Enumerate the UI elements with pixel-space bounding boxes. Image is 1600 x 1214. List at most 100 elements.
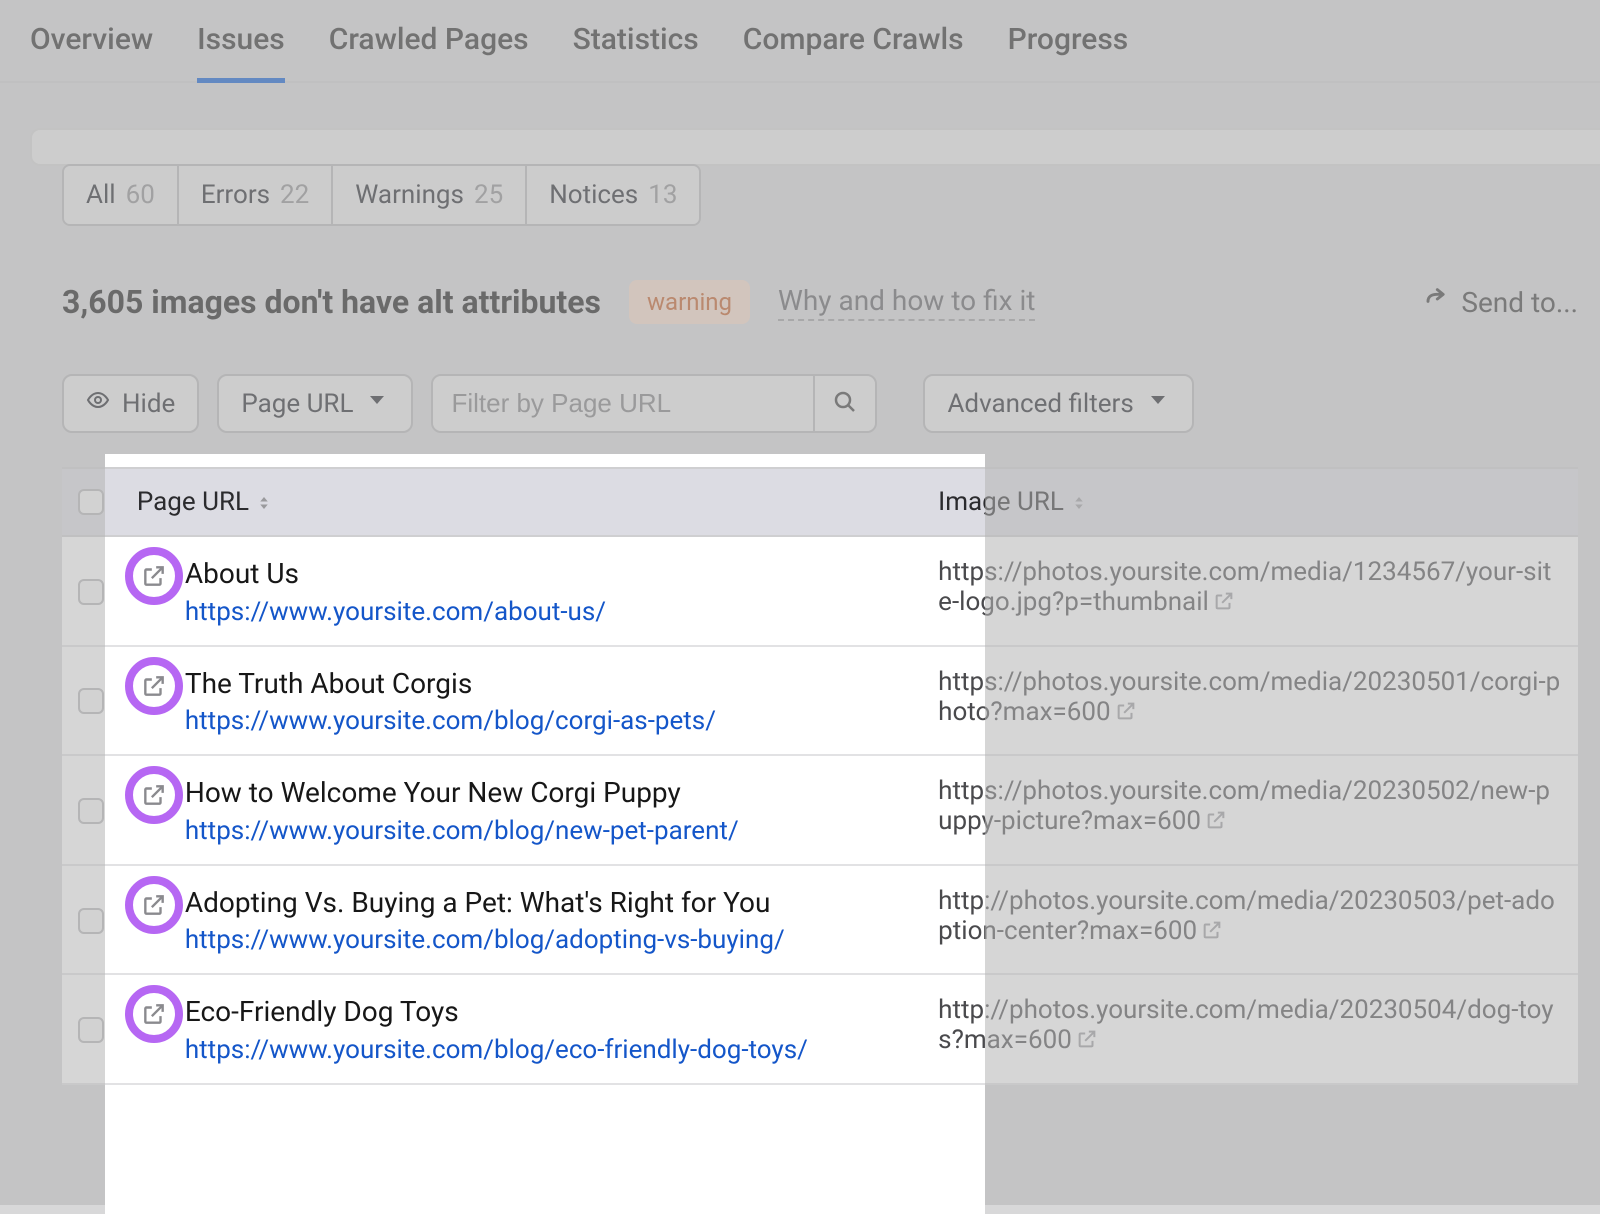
open-image-external[interactable] xyxy=(1201,806,1227,836)
pill-errors[interactable]: Errors 22 xyxy=(179,166,333,224)
open-image-external[interactable] xyxy=(1197,916,1223,946)
pill-label: All xyxy=(86,180,116,210)
image-url-cell: https://photos.yoursite.com/media/202305… xyxy=(922,647,1578,755)
pill-label: Warnings xyxy=(355,180,464,210)
report-tabs: Overview Issues Crawled Pages Statistics… xyxy=(0,0,1600,83)
send-to-label: Send to... xyxy=(1461,286,1578,319)
tab-statistics[interactable]: Statistics xyxy=(573,22,699,81)
pill-count: 22 xyxy=(280,180,309,210)
page-url-cell: Adopting Vs. Buying a Pet: What's Right … xyxy=(121,866,922,974)
row-check-cell xyxy=(62,756,121,864)
external-link-icon xyxy=(1209,587,1235,617)
row-check-cell xyxy=(62,647,121,755)
table-row: About Us https://www.yoursite.com/about-u… xyxy=(62,537,1578,647)
pill-count: 60 xyxy=(126,180,155,210)
open-external[interactable] xyxy=(137,669,171,703)
filter-input-group xyxy=(431,374,877,433)
page-title: Eco-Friendly Dog Toys xyxy=(185,995,808,1029)
column-label: Page URL xyxy=(137,487,249,517)
row-checkbox[interactable] xyxy=(78,798,104,824)
pill-label: Errors xyxy=(201,180,270,210)
table-row: Adopting Vs. Buying a Pet: What's Right … xyxy=(62,866,1578,976)
advanced-filters-label: Advanced filters xyxy=(947,389,1133,419)
select-all-cell xyxy=(62,469,121,535)
row-check-cell xyxy=(62,537,121,645)
column-label: Image URL xyxy=(938,487,1064,517)
external-link-icon xyxy=(1197,916,1223,946)
results-table: Page URL Image URL About Us https://www.y… xyxy=(62,467,1578,1085)
pill-label: Notices xyxy=(549,180,638,210)
open-image-external[interactable] xyxy=(1209,587,1235,617)
open-external[interactable] xyxy=(137,888,171,922)
page-title: The Truth About Corgis xyxy=(185,667,716,701)
image-url-text: http://photos.yoursite.com/media/2023050… xyxy=(938,995,1553,1055)
tab-issues[interactable]: Issues xyxy=(197,22,285,81)
pill-count: 25 xyxy=(474,180,503,210)
hide-label: Hide xyxy=(122,389,175,419)
row-checkbox[interactable] xyxy=(78,1017,104,1043)
pill-notices[interactable]: Notices 13 xyxy=(527,166,699,224)
open-external[interactable] xyxy=(137,778,171,812)
filter-type-button[interactable]: Page URL xyxy=(217,374,413,433)
send-to-button[interactable]: Send to... xyxy=(1421,285,1578,320)
pill-count: 13 xyxy=(648,180,677,210)
image-url-text: http://photos.yoursite.com/media/2023050… xyxy=(938,886,1555,946)
open-image-external[interactable] xyxy=(1072,1025,1098,1055)
open-external[interactable] xyxy=(137,559,171,593)
tab-compare-crawls[interactable]: Compare Crawls xyxy=(743,22,964,81)
chevron-down-icon xyxy=(1146,388,1170,419)
tab-overview[interactable]: Overview xyxy=(30,22,153,81)
search-icon xyxy=(833,402,857,417)
page-url-cell: About Us https://www.yoursite.com/about-u… xyxy=(121,537,922,645)
external-link-icon xyxy=(1072,1025,1098,1055)
page-url-cell: The Truth About Corgis https://www.yoursi… xyxy=(121,647,922,755)
hide-button[interactable]: Hide xyxy=(62,374,199,433)
image-url-cell: http://photos.yoursite.com/media/2023050… xyxy=(922,975,1578,1083)
sort-icon xyxy=(255,487,273,517)
column-image-url[interactable]: Image URL xyxy=(922,469,1578,535)
table-row: The Truth About Corgis https://www.yoursi… xyxy=(62,647,1578,757)
image-url-text: https://photos.yoursite.com/media/123456… xyxy=(938,557,1551,617)
table-header: Page URL Image URL xyxy=(62,467,1578,537)
row-checkbox[interactable] xyxy=(78,579,104,605)
tab-progress[interactable]: Progress xyxy=(1008,22,1129,81)
page-url-cell: Eco-Friendly Dog Toys https://www.yoursit… xyxy=(121,975,922,1083)
page-title: Adopting Vs. Buying a Pet: What's Right … xyxy=(185,886,785,920)
how-to-fix-link[interactable]: Why and how to fix it xyxy=(778,284,1035,321)
issues-card: All 60 Errors 22 Warnings 25 Notices 13 xyxy=(30,128,1600,166)
filter-input[interactable] xyxy=(433,376,813,431)
issue-type-filter: All 60 Errors 22 Warnings 25 Notices 13 xyxy=(62,164,701,226)
external-link-icon xyxy=(1111,697,1137,727)
page-url-link[interactable]: https://www.yoursite.com/about-us/ xyxy=(185,597,606,627)
open-external[interactable] xyxy=(137,997,171,1031)
image-url-cell: https://photos.yoursite.com/media/123456… xyxy=(922,537,1578,645)
row-checkbox[interactable] xyxy=(78,908,104,934)
row-check-cell xyxy=(62,866,121,974)
sort-icon xyxy=(1070,487,1088,517)
table-row: How to Welcome Your New Corgi Puppy https… xyxy=(62,756,1578,866)
page-url-link[interactable]: https://www.yoursite.com/blog/corgi-as-p… xyxy=(185,706,716,736)
open-image-external[interactable] xyxy=(1111,697,1137,727)
advanced-filters-button[interactable]: Advanced filters xyxy=(923,374,1193,433)
row-checkbox[interactable] xyxy=(78,688,104,714)
select-all-checkbox[interactable] xyxy=(78,489,104,515)
share-arrow-icon xyxy=(1421,285,1449,320)
table-row: Eco-Friendly Dog Toys https://www.yoursit… xyxy=(62,975,1578,1085)
column-page-url[interactable]: Page URL xyxy=(121,469,922,535)
filter-type-label: Page URL xyxy=(241,389,353,419)
row-check-cell xyxy=(62,975,121,1083)
page-url-link[interactable]: https://www.yoursite.com/blog/adopting-v… xyxy=(185,925,785,955)
page-url-link[interactable]: https://www.yoursite.com/blog/eco-friend… xyxy=(185,1035,808,1065)
search-button[interactable] xyxy=(813,376,875,431)
severity-badge: warning xyxy=(629,280,750,324)
page-title: How to Welcome Your New Corgi Puppy xyxy=(185,776,739,810)
chevron-down-icon xyxy=(365,388,389,419)
pill-all[interactable]: All 60 xyxy=(64,166,179,224)
page-title: About Us xyxy=(185,557,606,591)
image-url-cell: http://photos.yoursite.com/media/2023050… xyxy=(922,866,1578,974)
external-link-icon xyxy=(1201,806,1227,836)
tab-crawled-pages[interactable]: Crawled Pages xyxy=(329,22,529,81)
pill-warnings[interactable]: Warnings 25 xyxy=(333,166,527,224)
page-url-link[interactable]: https://www.yoursite.com/blog/new-pet-pa… xyxy=(185,816,739,846)
image-url-text: https://photos.yoursite.com/media/202305… xyxy=(938,667,1560,727)
